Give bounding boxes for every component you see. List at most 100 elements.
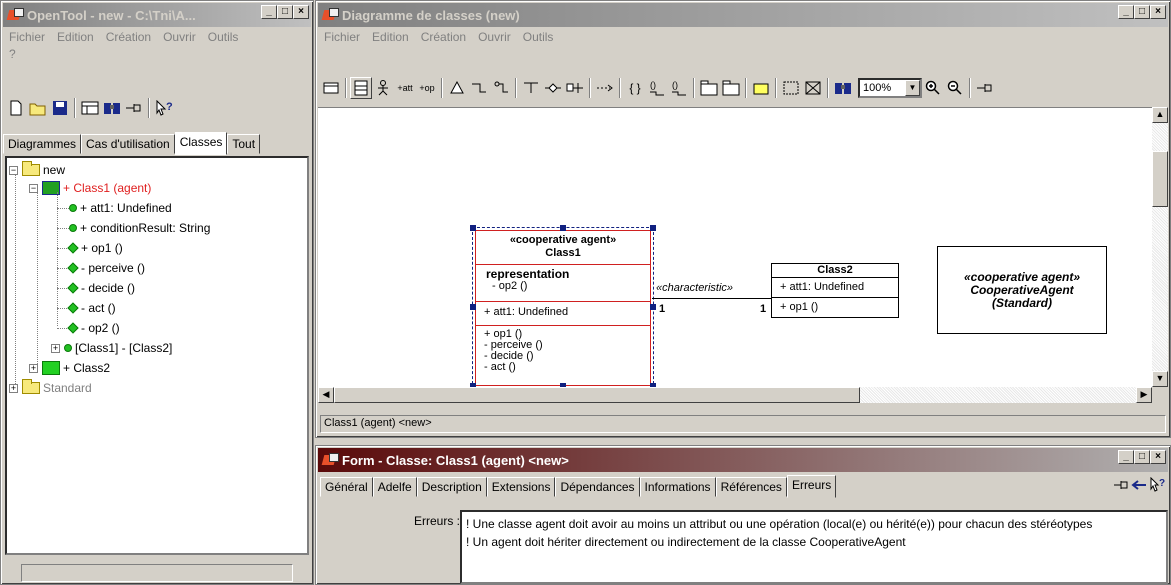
association-line[interactable] [652, 298, 771, 299]
back-arrow-icon[interactable] [1130, 474, 1148, 496]
aggregation-icon[interactable] [542, 77, 564, 99]
tree-item-new[interactable]: − new [9, 161, 65, 179]
delete-link-icon[interactable] [802, 77, 824, 99]
resize-handle[interactable] [560, 225, 566, 231]
minimize-icon[interactable]: _ [1118, 5, 1134, 19]
menu-outils[interactable]: Outils [517, 30, 560, 44]
class1-box[interactable]: «cooperative agent» Class1 representatio… [475, 230, 651, 386]
tab-cas-utilisation[interactable]: Cas d'utilisation [81, 134, 175, 154]
menu-ouvrir[interactable]: Ouvrir [472, 30, 517, 44]
tab-extensions[interactable]: Extensions [486, 477, 556, 497]
pin-icon[interactable] [974, 77, 996, 99]
diagram-icon[interactable] [320, 77, 342, 99]
maximize-icon[interactable]: □ [1134, 5, 1150, 19]
tab-general[interactable]: Général [320, 477, 373, 497]
tree-item-class1[interactable]: − + Class1 (agent) [29, 179, 151, 197]
expand-icon[interactable]: + [29, 363, 38, 373]
close-icon[interactable]: × [1150, 450, 1166, 464]
scroll-down-icon[interactable]: ▼ [1152, 371, 1168, 387]
resize-handle[interactable] [650, 304, 656, 310]
scroll-right-icon[interactable]: ▶ [1136, 387, 1152, 403]
class-tree[interactable]: − new − + Class1 (agent) + att1: Undefined… [5, 156, 309, 555]
menu-outils[interactable]: Outils [202, 30, 245, 44]
menu-edition[interactable]: Edition [51, 30, 100, 44]
menu-creation[interactable]: Création [415, 30, 472, 44]
horizontal-scrollbar[interactable]: ◀ ▶ [318, 387, 1152, 403]
menu-fichier[interactable]: Fichier [318, 30, 366, 44]
expand-icon[interactable]: + [9, 383, 18, 393]
close-icon[interactable]: × [293, 5, 309, 19]
tab-dependances[interactable]: Dépendances [555, 477, 640, 497]
tab-classes[interactable]: Classes [174, 132, 228, 155]
form-title-bar[interactable]: Form - Classe: Class1 (agent) <new> [318, 448, 1168, 472]
package-alt-icon[interactable] [720, 77, 742, 99]
context-help-icon[interactable]: ? [153, 97, 175, 119]
composition-icon[interactable] [520, 77, 542, 99]
menu-fichier[interactable]: Fichier [3, 30, 51, 44]
tree-item-association[interactable]: + [Class1] - [Class2] [51, 339, 172, 357]
save-icon[interactable] [49, 97, 71, 119]
pin-icon[interactable] [1112, 474, 1130, 496]
select-area-icon[interactable] [780, 77, 802, 99]
association-tool-icon[interactable] [468, 77, 490, 99]
vertical-scrollbar[interactable]: ▲ ▼ [1152, 107, 1168, 387]
chevron-down-icon[interactable]: ▼ [905, 80, 920, 96]
resize-handle[interactable] [650, 225, 656, 231]
binoculars-icon[interactable] [101, 97, 123, 119]
tab-tout[interactable]: Tout [227, 134, 261, 154]
tab-adelfe[interactable]: Adelfe [372, 477, 417, 497]
maximize-icon[interactable]: □ [277, 5, 293, 19]
class-tool-icon[interactable] [350, 77, 372, 99]
add-operation-icon[interactable]: +op [416, 77, 438, 99]
tree-item-conditionresult[interactable]: + conditionResult: String [57, 219, 210, 237]
menu-help[interactable]: ? [9, 47, 16, 61]
zoom-select[interactable]: 100% ▼ [858, 78, 922, 98]
maximize-icon[interactable]: □ [1134, 450, 1150, 464]
scroll-up-icon[interactable]: ▲ [1152, 107, 1168, 123]
expand-icon[interactable]: + [51, 343, 60, 353]
menu-edition[interactable]: Edition [366, 30, 415, 44]
actor-icon[interactable] [372, 77, 394, 99]
tab-references[interactable]: Références [715, 477, 787, 497]
tab-informations[interactable]: Informations [639, 477, 716, 497]
note-icon[interactable] [750, 77, 772, 99]
zoom-in-icon[interactable] [922, 77, 944, 99]
tree-item-standard[interactable]: + Standard [9, 379, 92, 397]
binoculars-icon[interactable] [832, 77, 854, 99]
qualifier-icon[interactable]: () [646, 77, 668, 99]
tab-description[interactable]: Description [416, 477, 487, 497]
minimize-icon[interactable]: _ [1118, 450, 1134, 464]
diagram-icon[interactable] [79, 97, 101, 119]
open-folder-icon[interactable] [27, 97, 49, 119]
horizontal-scroll-thumb[interactable] [334, 387, 860, 403]
tree-item-decide[interactable]: - decide () [57, 279, 135, 297]
pin-icon[interactable] [123, 97, 145, 119]
dependency-link-icon[interactable] [564, 77, 586, 99]
generalization-icon[interactable] [446, 77, 468, 99]
vertical-scroll-thumb[interactable] [1152, 151, 1168, 207]
constraint-icon[interactable]: { } [624, 77, 646, 99]
qualifier-alt-icon[interactable]: () [668, 77, 690, 99]
tab-erreurs[interactable]: Erreurs [786, 475, 837, 498]
minimize-icon[interactable]: _ [261, 5, 277, 19]
cooperative-agent-note[interactable]: «cooperative agent» CooperativeAgent (St… [937, 246, 1107, 334]
zoom-out-icon[interactable] [944, 77, 966, 99]
tree-item-act[interactable]: - act () [57, 299, 116, 317]
tree-item-op1[interactable]: + op1 () [57, 239, 123, 257]
menu-creation[interactable]: Création [100, 30, 157, 44]
close-icon[interactable]: × [1150, 5, 1166, 19]
diagram-title-bar[interactable]: Diagramme de classes (new) [318, 3, 1168, 27]
diagram-canvas[interactable]: «cooperative agent» Class1 representatio… [318, 107, 1152, 389]
class2-box[interactable]: Class2 + att1: Undefined + op1 () [771, 263, 899, 318]
new-file-icon[interactable] [5, 97, 27, 119]
tree-item-class2[interactable]: + + Class2 [29, 359, 110, 377]
tree-item-op2[interactable]: - op2 () [57, 319, 120, 337]
tree-item-att1[interactable]: + att1: Undefined [57, 199, 172, 217]
scroll-left-icon[interactable]: ◀ [318, 387, 334, 403]
context-help-icon[interactable]: ? [1148, 474, 1166, 496]
collapse-icon[interactable]: − [9, 165, 18, 175]
menu-ouvrir[interactable]: Ouvrir [157, 30, 202, 44]
tab-diagrammes[interactable]: Diagrammes [3, 134, 82, 154]
package-icon[interactable] [698, 77, 720, 99]
dependency-arrow-icon[interactable] [594, 77, 616, 99]
